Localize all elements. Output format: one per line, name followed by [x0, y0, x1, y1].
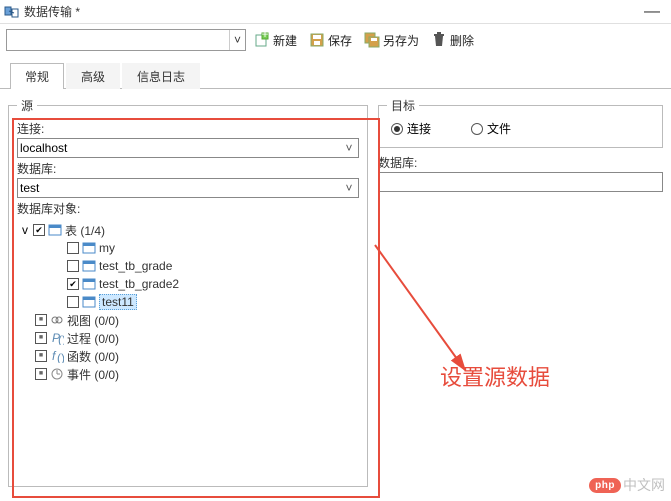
watermark-badge: php — [589, 478, 621, 493]
radio-file-label: 文件 — [487, 120, 511, 137]
radio-connection-label: 连接 — [407, 120, 431, 137]
table-icon — [81, 294, 97, 310]
checkbox[interactable] — [67, 296, 79, 308]
target-panel: 目标 连接 文件 数据库: — [378, 97, 663, 487]
tree-node-tables[interactable]: v 表 (1/4) — [17, 221, 359, 239]
trash-icon — [431, 32, 447, 48]
tree-label: 过程 (0/0) — [67, 330, 119, 347]
tree-label: 视图 (0/0) — [67, 312, 119, 329]
source-connection-select[interactable]: localhost ˅ — [17, 138, 359, 158]
app-icon — [4, 4, 20, 20]
chevron-down-icon: ˅ — [229, 30, 245, 50]
checkbox[interactable] — [67, 242, 79, 254]
source-legend: 源 — [17, 97, 37, 114]
radio-icon — [471, 123, 483, 135]
save-label: 保存 — [328, 32, 352, 49]
tree-label: test_tb_grade — [99, 259, 172, 273]
tree-label: 事件 (0/0) — [67, 366, 119, 383]
tree-label: my — [99, 241, 115, 255]
save-button[interactable]: 保存 — [305, 30, 356, 51]
tree-node-events[interactable]: 事件 (0/0) — [17, 365, 359, 383]
tree-label: test11 — [99, 294, 137, 310]
tree-label: 表 (1/4) — [65, 222, 105, 239]
table-icon — [81, 240, 97, 256]
table-group-icon — [47, 222, 63, 238]
toolbar: ˅ + 新建 保存 另存为 删除 — [0, 24, 671, 56]
view-icon — [49, 312, 65, 328]
tree-node-table[interactable]: test_tb_grade2 — [17, 275, 359, 293]
title-bar: 数据传输 * — — [0, 0, 671, 24]
tree-label: test_tb_grade2 — [99, 277, 179, 291]
radio-file[interactable]: 文件 — [471, 120, 511, 137]
save-icon — [309, 32, 325, 48]
target-database-row: 数据库: — [378, 154, 663, 192]
new-icon: + — [254, 32, 270, 48]
target-database-input[interactable] — [378, 172, 663, 192]
chevron-down-icon: ˅ — [342, 141, 356, 155]
target-legend: 目标 — [387, 97, 419, 114]
target-fieldset: 目标 连接 文件 — [378, 97, 663, 148]
source-connection-label: 连接: — [17, 120, 359, 137]
tab-bar: 常规 高级 信息日志 — [0, 62, 671, 89]
svg-text:(): () — [58, 333, 64, 345]
tree-node-table[interactable]: test_tb_grade — [17, 257, 359, 275]
source-connection-value: localhost — [20, 141, 342, 155]
table-icon — [81, 258, 97, 274]
saveas-label: 另存为 — [383, 32, 419, 49]
source-objects-row: 数据库对象: — [17, 200, 359, 217]
tree-label: 函数 (0/0) — [67, 348, 119, 365]
source-database-select[interactable]: test ˅ — [17, 178, 359, 198]
tree-node-table[interactable]: test11 — [17, 293, 359, 311]
checkbox[interactable] — [67, 260, 79, 272]
radio-icon — [391, 123, 403, 135]
new-button[interactable]: + 新建 — [250, 30, 301, 51]
source-panel: 源 连接: localhost ˅ 数据库: test ˅ 数据库对象: — [8, 97, 368, 487]
annotation-text: 设置源数据 — [440, 360, 550, 392]
source-database-label: 数据库: — [17, 160, 359, 177]
minimize-button[interactable]: — — [637, 5, 667, 19]
tree-node-table[interactable]: my — [17, 239, 359, 257]
svg-text:(): () — [57, 351, 64, 363]
tab-log[interactable]: 信息日志 — [122, 63, 200, 89]
saveas-icon — [364, 32, 380, 48]
tree-node-funcs[interactable]: f() 函数 (0/0) — [17, 347, 359, 365]
checkbox[interactable] — [35, 332, 47, 344]
target-mode-row: 连接 文件 — [387, 118, 654, 139]
delete-label: 删除 — [450, 32, 474, 49]
source-database-value: test — [20, 181, 342, 195]
proc-icon: P() — [49, 330, 65, 346]
profile-dropdown[interactable]: ˅ — [6, 29, 246, 51]
saveas-button[interactable]: 另存为 — [360, 30, 423, 51]
watermark: php 中文网 — [589, 475, 665, 495]
tab-advanced[interactable]: 高级 — [66, 63, 120, 89]
event-icon — [49, 366, 65, 382]
window-title: 数据传输 * — [24, 3, 637, 20]
checkbox[interactable] — [35, 350, 47, 362]
source-connection-row: 连接: localhost ˅ — [17, 120, 359, 158]
object-tree: v 表 (1/4) my test_tb_grade — [17, 221, 359, 383]
table-icon — [81, 276, 97, 292]
source-objects-label: 数据库对象: — [17, 200, 359, 217]
svg-text:+: + — [261, 32, 268, 41]
checkbox[interactable] — [67, 278, 79, 290]
tab-general[interactable]: 常规 — [10, 63, 64, 89]
target-database-label: 数据库: — [378, 154, 663, 171]
new-label: 新建 — [273, 32, 297, 49]
source-database-row: 数据库: test ˅ — [17, 160, 359, 198]
source-fieldset: 源 连接: localhost ˅ 数据库: test ˅ 数据库对象: — [8, 97, 368, 487]
tree-node-views[interactable]: 视图 (0/0) — [17, 311, 359, 329]
radio-connection[interactable]: 连接 — [391, 120, 431, 137]
tree-node-procs[interactable]: P() 过程 (0/0) — [17, 329, 359, 347]
collapse-icon[interactable]: v — [19, 224, 31, 236]
checkbox[interactable] — [35, 314, 47, 326]
checkbox[interactable] — [33, 224, 45, 236]
body-area: 源 连接: localhost ˅ 数据库: test ˅ 数据库对象: — [0, 89, 671, 495]
func-icon: f() — [49, 348, 65, 364]
checkbox[interactable] — [35, 368, 47, 380]
watermark-text: 中文网 — [623, 475, 665, 495]
chevron-down-icon: ˅ — [342, 181, 356, 195]
delete-button[interactable]: 删除 — [427, 30, 478, 51]
